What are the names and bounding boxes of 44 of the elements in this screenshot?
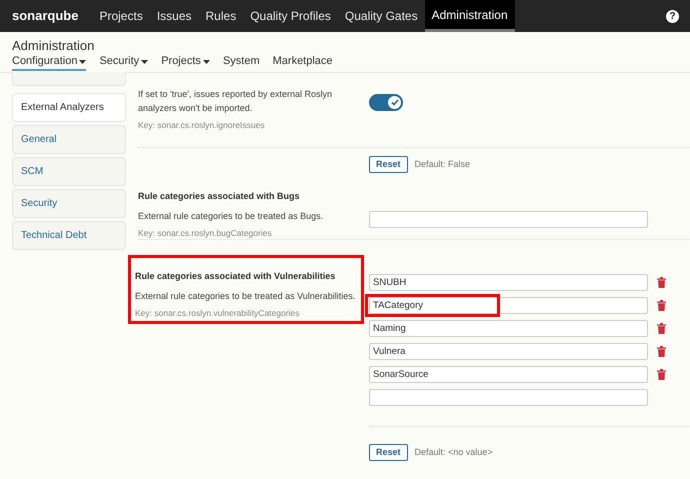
sidebar-item[interactable]: SCM bbox=[12, 157, 126, 186]
tab[interactable]: Security bbox=[99, 55, 148, 71]
text-field[interactable] bbox=[369, 211, 648, 228]
trash-icon[interactable] bbox=[657, 369, 666, 380]
sidebar-item[interactable]: Technical Debt bbox=[12, 221, 126, 250]
check-icon bbox=[390, 99, 398, 106]
setting-description: External rule categories to be treated as Bugs. bbox=[138, 210, 324, 222]
default-value: Default: <no value> bbox=[414, 446, 493, 459]
sidebar-item[interactable]: External Analyzers bbox=[12, 93, 126, 122]
nav-link[interactable]: Quality Profiles bbox=[243, 0, 338, 32]
setting-description: External rule categories to be treated as Vulnerabilities. bbox=[135, 290, 356, 302]
default-value: Default: False bbox=[414, 158, 470, 171]
setting-description: If set to 'true', issues reported by external Roslyn analyzers won't be imported. bbox=[138, 88, 334, 115]
tab[interactable]: System bbox=[222, 55, 260, 71]
toggle-switch[interactable] bbox=[369, 94, 403, 111]
setting-title: Rule categories associated with Bugs bbox=[138, 190, 300, 203]
text-field[interactable] bbox=[369, 389, 648, 406]
nav-link[interactable]: Quality Gates bbox=[338, 0, 425, 32]
reset-button[interactable]: Reset bbox=[369, 444, 408, 461]
setting-key: Key: sonar.cs.roslyn.bugCategories bbox=[138, 226, 369, 240]
trash-icon[interactable] bbox=[657, 323, 666, 334]
setting-key: Key: sonar.cs.roslyn.vulnerabilityCategories bbox=[135, 306, 361, 320]
text-field[interactable]: Vulnera bbox=[369, 343, 648, 360]
nav-link[interactable]: Rules bbox=[198, 0, 244, 32]
nav-link[interactable]: Administration bbox=[424, 0, 515, 32]
trash-icon[interactable] bbox=[657, 277, 666, 288]
sidebar-item[interactable]: Security bbox=[12, 189, 126, 218]
logo[interactable]: sonarqube bbox=[0, 0, 92, 32]
text-field[interactable]: TACategory bbox=[369, 297, 648, 314]
text-field[interactable]: Naming bbox=[369, 320, 648, 337]
setting-key: Key: sonar.cs.roslyn.ignoreIssues bbox=[138, 119, 369, 132]
setting-title: Rule categories associated with Vulnerabilities bbox=[135, 270, 336, 283]
tab[interactable]: Marketplace bbox=[272, 55, 333, 71]
text-field[interactable]: SNUBH bbox=[369, 274, 648, 291]
reset-button[interactable]: Reset bbox=[369, 156, 408, 173]
trash-icon[interactable] bbox=[657, 346, 666, 357]
page-title: Administration bbox=[12, 37, 94, 55]
text-field[interactable]: SonarSource bbox=[369, 366, 648, 383]
sidebar-item[interactable]: General bbox=[12, 125, 126, 154]
trash-icon[interactable] bbox=[657, 300, 666, 311]
nav-link[interactable]: Projects bbox=[92, 0, 150, 32]
nav-link[interactable]: Issues bbox=[150, 0, 199, 32]
help-icon[interactable]: ? bbox=[666, 10, 679, 22]
tab[interactable]: Projects bbox=[161, 55, 210, 71]
